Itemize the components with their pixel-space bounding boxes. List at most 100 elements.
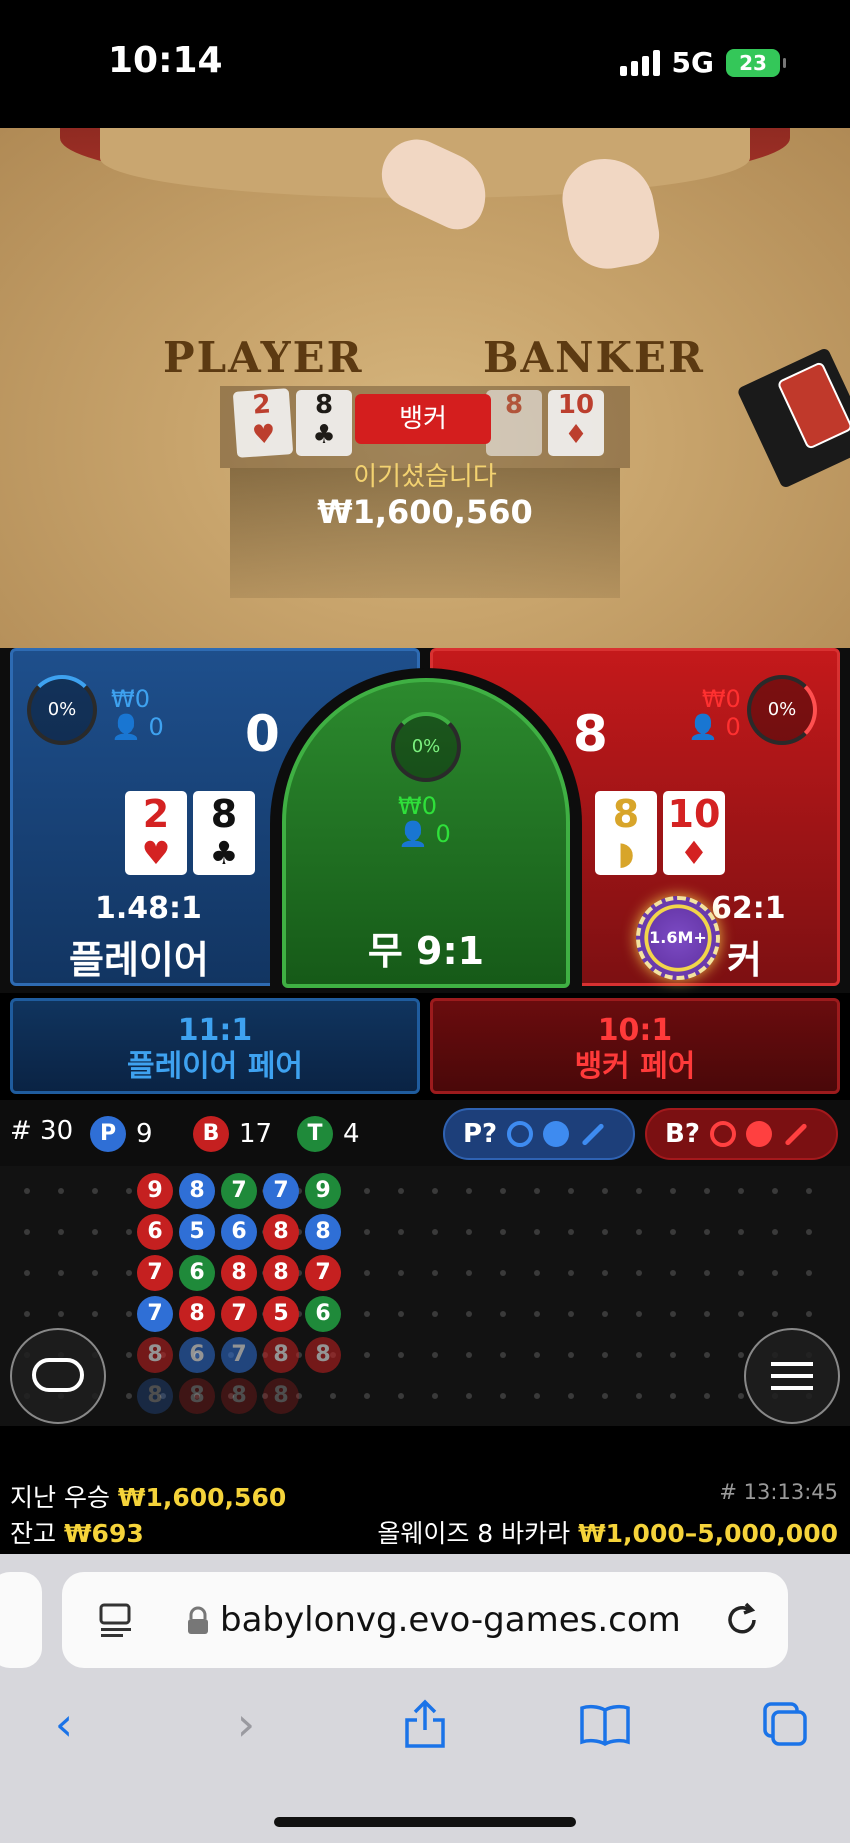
signal-icon <box>619 49 660 76</box>
road-empty-cell <box>568 1188 574 1194</box>
road-empty-cell <box>466 1270 472 1276</box>
tabs-icon[interactable] <box>755 1694 815 1754</box>
url-text: babylonvg.evo-games.com <box>220 1600 681 1640</box>
road-empty-cell <box>704 1270 710 1276</box>
card-suit: ♦ <box>679 834 709 872</box>
road-empty-cell <box>126 1352 132 1358</box>
road-empty-cell <box>500 1229 506 1235</box>
status-indicators: 5G 23 <box>619 46 786 79</box>
road-empty-cell <box>670 1270 676 1276</box>
table-view-button[interactable] <box>10 1328 106 1424</box>
player-label: 플레이어 <box>69 938 209 982</box>
forward-icon[interactable]: › <box>216 1694 276 1754</box>
player-pair-bet-spot[interactable]: 11:1 플레이어 페어 <box>10 998 420 1094</box>
road-empty-cell <box>398 1393 404 1399</box>
road-bead: 8 <box>179 1296 215 1332</box>
road-bead: 8 <box>305 1337 341 1373</box>
road-empty-cell <box>432 1188 438 1194</box>
win-amount: ₩1,600,560 <box>317 493 533 531</box>
road-empty-cell <box>568 1393 574 1399</box>
reload-icon[interactable] <box>722 1600 762 1640</box>
banker-pair-bet-spot[interactable]: 10:1 뱅커 페어 <box>430 998 840 1094</box>
player-percent: 0% <box>47 699 77 720</box>
road-bead: 8 <box>263 1255 299 1291</box>
road-empty-cell <box>704 1393 710 1399</box>
tie-bet-spot[interactable]: 0% ₩0 👤 0 무 9:1 <box>282 678 570 988</box>
user-icon: 👤 <box>688 713 718 741</box>
predict-player-button[interactable]: P? <box>443 1108 635 1160</box>
road-bead: 7 <box>137 1296 173 1332</box>
network-type: 5G <box>671 46 714 79</box>
predict-banker-button[interactable]: B? <box>645 1108 838 1160</box>
road-empty-cell <box>466 1229 472 1235</box>
road-empty-cell <box>58 1311 64 1317</box>
road-empty-cell <box>364 1393 370 1399</box>
road-empty-cell <box>58 1188 64 1194</box>
last-win-label: 지난 우승 <box>10 1483 110 1512</box>
road-empty-cell <box>738 1188 744 1194</box>
menu-button[interactable] <box>744 1328 840 1424</box>
road-bead: 8 <box>263 1378 299 1414</box>
tie-wins: T 4 <box>297 1116 360 1152</box>
table-label-player: PLAYER <box>163 333 364 382</box>
banker-card-1: 8 ◗ <box>595 791 657 875</box>
hamburger-icon <box>771 1362 813 1390</box>
table-card-player-1: 2 ♥ <box>232 388 294 458</box>
address-bar[interactable]: babylonvg.evo-games.com <box>62 1572 788 1668</box>
road-empty-cell <box>738 1352 744 1358</box>
user-icon: 👤 <box>111 713 141 741</box>
banker-win-count: 17 <box>239 1119 273 1149</box>
balance-label: 잔고 <box>10 1519 57 1548</box>
win-message: 이기셨습니다 <box>353 462 497 492</box>
status-time: 10:14 <box>108 40 223 81</box>
tie-bet-stats: ₩0 👤 0 <box>398 792 451 848</box>
player-percent-ring: 0% <box>27 675 97 745</box>
road-empty-cell <box>636 1188 642 1194</box>
road-bead: 8 <box>305 1214 341 1250</box>
live-video: PLAYER BANKER 2 ♥ 8 ♣ 8 10 ♦ 뱅커 이기셨습니다 ₩… <box>0 128 850 648</box>
road-empty-cell <box>500 1352 506 1358</box>
round-counter: # 30 <box>10 1116 73 1146</box>
player-card-1: 2 ♥ <box>125 791 187 875</box>
road-empty-cell <box>670 1393 676 1399</box>
tie-percent: 0% <box>411 736 441 757</box>
banker-pair-label: 뱅커 페어 <box>574 1049 696 1084</box>
card-suit: ♥ <box>141 834 171 872</box>
road-empty-cell <box>704 1352 710 1358</box>
bookmarks-icon[interactable] <box>575 1694 635 1754</box>
reader-icon[interactable] <box>98 1602 134 1638</box>
small-road-dot-icon <box>543 1121 570 1147</box>
player-dot-icon: P <box>90 1116 126 1152</box>
road-empty-cell <box>636 1270 642 1276</box>
road-empty-cell <box>500 1393 506 1399</box>
share-icon[interactable] <box>395 1694 455 1754</box>
road-empty-cell <box>92 1188 98 1194</box>
road-empty-cell <box>466 1311 472 1317</box>
road-empty-cell <box>24 1270 30 1276</box>
road-bead: 7 <box>305 1255 341 1291</box>
table-icon <box>32 1358 84 1392</box>
road-empty-cell <box>92 1229 98 1235</box>
banker-pair-odds: 10:1 <box>597 1013 673 1048</box>
tie-win-count: 4 <box>343 1119 360 1149</box>
predict-player-label: P? <box>463 1119 498 1149</box>
road-empty-cell <box>534 1188 540 1194</box>
road-empty-cell <box>704 1229 710 1235</box>
road-empty-cell <box>738 1270 744 1276</box>
road-bead: 8 <box>179 1173 215 1209</box>
back-icon[interactable]: ‹ <box>34 1694 94 1754</box>
card-rank: 8 <box>612 792 640 836</box>
table-label-banker: BANKER <box>483 333 705 382</box>
bet-chip[interactable]: 1.6M+ <box>636 896 720 980</box>
info-bar: 지난 우승 ₩1,600,560 잔고 ₩693 # 13:13:45 올웨이즈… <box>0 1426 850 1554</box>
card-rank: 2 <box>142 792 170 836</box>
road-bead: 8 <box>137 1378 173 1414</box>
road-empty-cell <box>432 1311 438 1317</box>
road-empty-cell <box>364 1311 370 1317</box>
home-indicator <box>274 1817 576 1827</box>
road-empty-cell <box>92 1270 98 1276</box>
road-empty-cell <box>568 1352 574 1358</box>
road-empty-cell <box>398 1311 404 1317</box>
previous-tab[interactable] <box>0 1572 42 1668</box>
bead-road[interactable]: 96778885686876877878858898768 <box>0 1166 850 1426</box>
